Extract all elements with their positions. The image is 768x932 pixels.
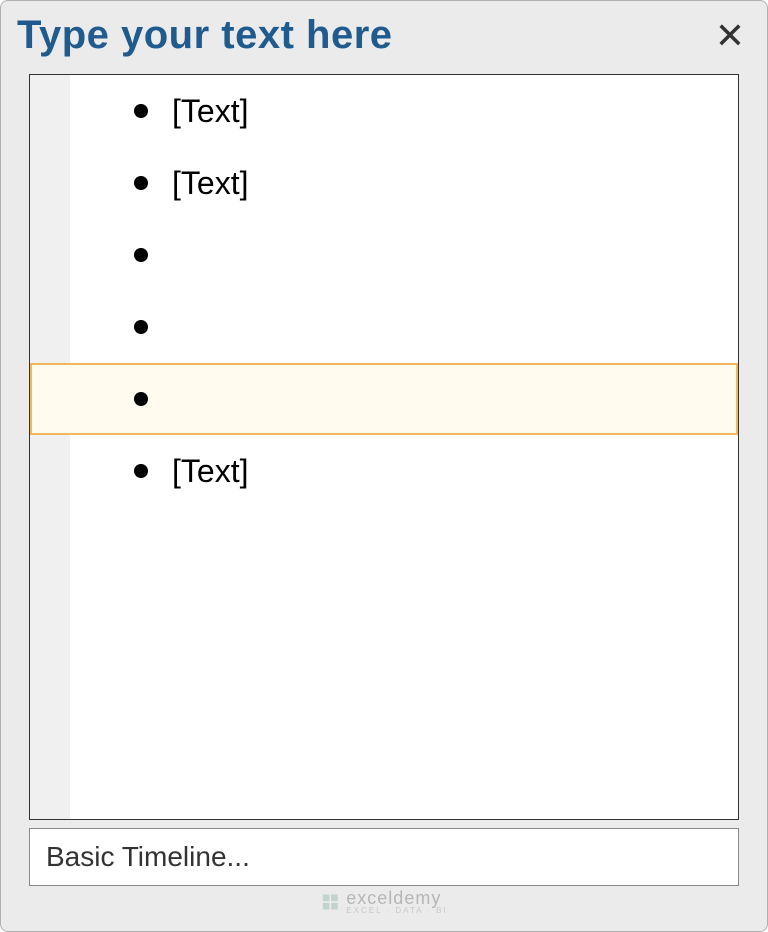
- list-item[interactable]: [Text]: [30, 147, 738, 219]
- bullet-list: [Text] [Text] [Text]: [30, 75, 738, 507]
- bullet-icon: [134, 320, 148, 334]
- panel-header: Type your text here ✕: [1, 1, 767, 66]
- list-item-text[interactable]: [Text]: [172, 165, 248, 202]
- watermark: exceldemy EXCEL · DATA · BI: [320, 889, 447, 915]
- watermark-main: exceldemy: [346, 889, 447, 907]
- list-item[interactable]: [30, 219, 738, 291]
- watermark-sub: EXCEL · DATA · BI: [346, 907, 447, 915]
- text-entry-box[interactable]: [Text] [Text] [Text]: [29, 74, 739, 820]
- bullet-icon: [134, 392, 148, 406]
- smartart-text-panel: Type your text here ✕ [Text] [Text]: [0, 0, 768, 932]
- close-icon[interactable]: ✕: [715, 18, 745, 54]
- list-item[interactable]: [Text]: [30, 75, 738, 147]
- list-item-text[interactable]: [Text]: [172, 453, 248, 490]
- bullet-icon: [134, 464, 148, 478]
- footer-text: Basic Timeline...: [46, 841, 250, 872]
- bullet-icon: [134, 176, 148, 190]
- panel-title: Type your text here: [17, 13, 393, 58]
- list-item-text[interactable]: [Text]: [172, 93, 248, 130]
- list-item-selected[interactable]: [30, 363, 738, 435]
- watermark-text: exceldemy EXCEL · DATA · BI: [346, 889, 447, 915]
- bullet-icon: [134, 248, 148, 262]
- smartart-type-label[interactable]: Basic Timeline...: [29, 828, 739, 886]
- watermark-logo-icon: [320, 892, 340, 912]
- list-item[interactable]: [30, 291, 738, 363]
- bullet-icon: [134, 104, 148, 118]
- list-item[interactable]: [Text]: [30, 435, 738, 507]
